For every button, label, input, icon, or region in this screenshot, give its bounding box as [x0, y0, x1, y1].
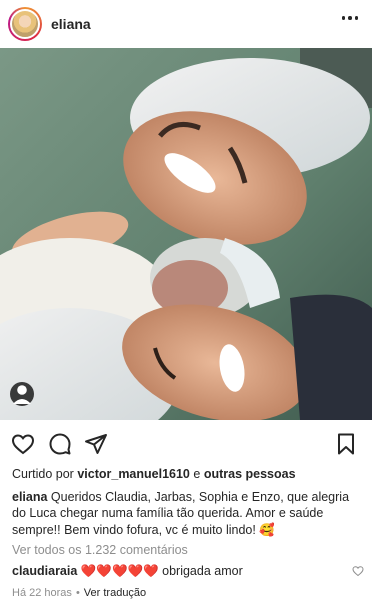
post-photo[interactable]: [0, 48, 372, 420]
user-tag-icon[interactable]: [10, 382, 34, 406]
comment-text: obrigada amor: [162, 563, 243, 578]
post-username[interactable]: eliana: [51, 16, 91, 32]
avatar[interactable]: [8, 7, 42, 41]
likes-prefix: Curtido por: [12, 467, 74, 481]
post-photo-illustration: [0, 48, 372, 420]
caption-text: Queridos Claudia, Jarbas, Sophia e Enzo,…: [12, 489, 350, 537]
see-translation-link[interactable]: Ver tradução: [84, 587, 146, 599]
likes-connector: e: [193, 467, 201, 481]
avatar-image: [10, 9, 40, 39]
send-icon[interactable]: [84, 432, 108, 456]
likes-others[interactable]: outras pessoas: [204, 467, 296, 481]
view-all-comments-link[interactable]: Ver todos os 1.232 comentários: [12, 542, 364, 559]
comment-icon[interactable]: [48, 432, 72, 456]
bookmark-icon[interactable]: [334, 432, 358, 456]
post-time: Há 22 horas: [12, 587, 72, 599]
likes-line: Curtido por victor_manuel1610 e outras p…: [12, 466, 364, 483]
post-meta: Há 22 horas • Ver tradução: [12, 585, 364, 600]
comment-row: claudiaraia ❤️❤️❤️❤️❤️ obrigada amor: [12, 563, 364, 580]
post-details: Curtido por victor_manuel1610 e outras p…: [12, 466, 364, 600]
caption-username[interactable]: eliana: [12, 490, 47, 504]
meta-separator: •: [75, 587, 80, 599]
heart-icon[interactable]: [11, 432, 35, 456]
caption: eliana Queridos Claudia, Jarbas, Sophia …: [12, 489, 364, 539]
likes-user[interactable]: victor_manuel1610: [77, 467, 190, 481]
action-bar: [0, 422, 372, 466]
comment-like-icon[interactable]: [352, 565, 364, 577]
comment-hearts: ❤️❤️❤️❤️❤️: [80, 563, 159, 578]
more-horizontal-icon[interactable]: [341, 16, 358, 20]
post-header: eliana: [0, 0, 372, 48]
comment-username[interactable]: claudiaraia: [12, 564, 77, 578]
